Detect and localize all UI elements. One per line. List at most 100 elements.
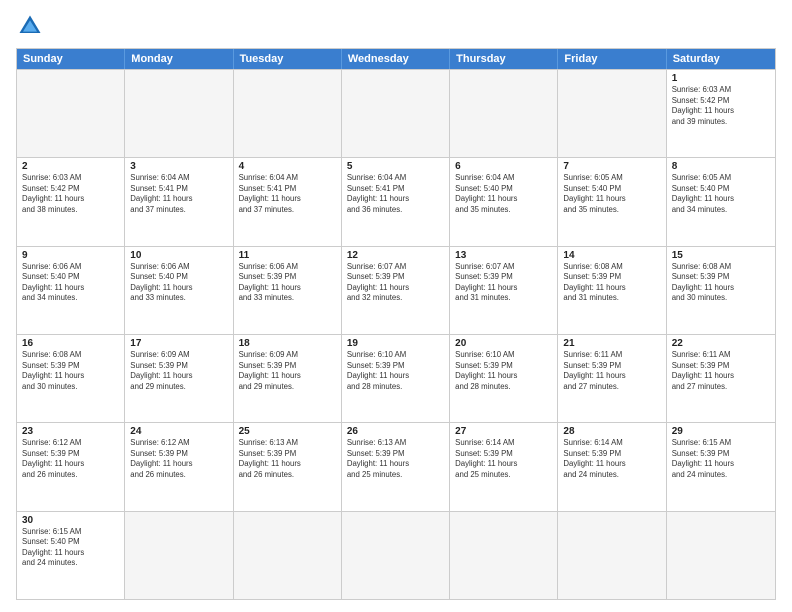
day-info: Sunrise: 6:10 AM Sunset: 5:39 PM Dayligh…	[347, 350, 444, 392]
calendar-cell	[558, 70, 666, 157]
page: SundayMondayTuesdayWednesdayThursdayFrid…	[0, 0, 792, 612]
calendar-week-row: 2Sunrise: 6:03 AM Sunset: 5:42 PM Daylig…	[17, 157, 775, 245]
day-number: 15	[672, 250, 770, 261]
header	[16, 12, 776, 40]
calendar-cell	[234, 512, 342, 599]
calendar-day-header: Sunday	[17, 49, 125, 69]
day-info: Sunrise: 6:13 AM Sunset: 5:39 PM Dayligh…	[239, 438, 336, 480]
calendar-cell: 4Sunrise: 6:04 AM Sunset: 5:41 PM Daylig…	[234, 158, 342, 245]
calendar-cell: 5Sunrise: 6:04 AM Sunset: 5:41 PM Daylig…	[342, 158, 450, 245]
calendar-cell: 10Sunrise: 6:06 AM Sunset: 5:40 PM Dayli…	[125, 247, 233, 334]
calendar-week-row: 9Sunrise: 6:06 AM Sunset: 5:40 PM Daylig…	[17, 246, 775, 334]
day-number: 19	[347, 338, 444, 349]
day-number: 27	[455, 426, 552, 437]
day-number: 8	[672, 161, 770, 172]
day-number: 10	[130, 250, 227, 261]
calendar-cell: 12Sunrise: 6:07 AM Sunset: 5:39 PM Dayli…	[342, 247, 450, 334]
calendar-cell: 29Sunrise: 6:15 AM Sunset: 5:39 PM Dayli…	[667, 423, 775, 510]
calendar-day-header: Friday	[558, 49, 666, 69]
day-info: Sunrise: 6:07 AM Sunset: 5:39 PM Dayligh…	[455, 262, 552, 304]
day-number: 2	[22, 161, 119, 172]
day-info: Sunrise: 6:08 AM Sunset: 5:39 PM Dayligh…	[22, 350, 119, 392]
calendar-cell: 27Sunrise: 6:14 AM Sunset: 5:39 PM Dayli…	[450, 423, 558, 510]
day-info: Sunrise: 6:09 AM Sunset: 5:39 PM Dayligh…	[239, 350, 336, 392]
day-number: 3	[130, 161, 227, 172]
calendar-cell: 19Sunrise: 6:10 AM Sunset: 5:39 PM Dayli…	[342, 335, 450, 422]
day-info: Sunrise: 6:11 AM Sunset: 5:39 PM Dayligh…	[672, 350, 770, 392]
calendar-cell: 22Sunrise: 6:11 AM Sunset: 5:39 PM Dayli…	[667, 335, 775, 422]
day-number: 9	[22, 250, 119, 261]
day-number: 22	[672, 338, 770, 349]
calendar-cell	[342, 70, 450, 157]
day-info: Sunrise: 6:08 AM Sunset: 5:39 PM Dayligh…	[672, 262, 770, 304]
calendar-cell: 14Sunrise: 6:08 AM Sunset: 5:39 PM Dayli…	[558, 247, 666, 334]
calendar-day-header: Monday	[125, 49, 233, 69]
calendar-cell	[667, 512, 775, 599]
day-info: Sunrise: 6:06 AM Sunset: 5:40 PM Dayligh…	[22, 262, 119, 304]
calendar: SundayMondayTuesdayWednesdayThursdayFrid…	[16, 48, 776, 600]
day-info: Sunrise: 6:05 AM Sunset: 5:40 PM Dayligh…	[672, 173, 770, 215]
calendar-cell: 24Sunrise: 6:12 AM Sunset: 5:39 PM Dayli…	[125, 423, 233, 510]
day-info: Sunrise: 6:15 AM Sunset: 5:40 PM Dayligh…	[22, 527, 119, 569]
calendar-cell	[125, 512, 233, 599]
day-info: Sunrise: 6:04 AM Sunset: 5:41 PM Dayligh…	[130, 173, 227, 215]
day-info: Sunrise: 6:14 AM Sunset: 5:39 PM Dayligh…	[563, 438, 660, 480]
day-number: 21	[563, 338, 660, 349]
calendar-cell: 11Sunrise: 6:06 AM Sunset: 5:39 PM Dayli…	[234, 247, 342, 334]
day-number: 17	[130, 338, 227, 349]
day-number: 4	[239, 161, 336, 172]
calendar-cell: 6Sunrise: 6:04 AM Sunset: 5:40 PM Daylig…	[450, 158, 558, 245]
day-number: 13	[455, 250, 552, 261]
day-info: Sunrise: 6:03 AM Sunset: 5:42 PM Dayligh…	[22, 173, 119, 215]
day-number: 14	[563, 250, 660, 261]
day-number: 23	[22, 426, 119, 437]
logo	[16, 12, 48, 40]
day-info: Sunrise: 6:12 AM Sunset: 5:39 PM Dayligh…	[130, 438, 227, 480]
day-info: Sunrise: 6:12 AM Sunset: 5:39 PM Dayligh…	[22, 438, 119, 480]
calendar-cell: 2Sunrise: 6:03 AM Sunset: 5:42 PM Daylig…	[17, 158, 125, 245]
calendar-cell	[17, 70, 125, 157]
calendar-cell	[234, 70, 342, 157]
calendar-cell: 3Sunrise: 6:04 AM Sunset: 5:41 PM Daylig…	[125, 158, 233, 245]
calendar-cell: 9Sunrise: 6:06 AM Sunset: 5:40 PM Daylig…	[17, 247, 125, 334]
calendar-cell: 15Sunrise: 6:08 AM Sunset: 5:39 PM Dayli…	[667, 247, 775, 334]
calendar-cell: 13Sunrise: 6:07 AM Sunset: 5:39 PM Dayli…	[450, 247, 558, 334]
calendar-body: 1Sunrise: 6:03 AM Sunset: 5:42 PM Daylig…	[17, 69, 775, 599]
calendar-cell	[450, 70, 558, 157]
calendar-day-header: Saturday	[667, 49, 775, 69]
calendar-cell: 20Sunrise: 6:10 AM Sunset: 5:39 PM Dayli…	[450, 335, 558, 422]
calendar-cell: 30Sunrise: 6:15 AM Sunset: 5:40 PM Dayli…	[17, 512, 125, 599]
day-info: Sunrise: 6:06 AM Sunset: 5:39 PM Dayligh…	[239, 262, 336, 304]
calendar-cell: 7Sunrise: 6:05 AM Sunset: 5:40 PM Daylig…	[558, 158, 666, 245]
day-info: Sunrise: 6:03 AM Sunset: 5:42 PM Dayligh…	[672, 85, 770, 127]
calendar-cell: 28Sunrise: 6:14 AM Sunset: 5:39 PM Dayli…	[558, 423, 666, 510]
day-number: 1	[672, 73, 770, 84]
calendar-cell: 16Sunrise: 6:08 AM Sunset: 5:39 PM Dayli…	[17, 335, 125, 422]
day-number: 18	[239, 338, 336, 349]
calendar-cell: 17Sunrise: 6:09 AM Sunset: 5:39 PM Dayli…	[125, 335, 233, 422]
calendar-day-header: Thursday	[450, 49, 558, 69]
calendar-cell	[342, 512, 450, 599]
calendar-cell: 23Sunrise: 6:12 AM Sunset: 5:39 PM Dayli…	[17, 423, 125, 510]
calendar-cell: 8Sunrise: 6:05 AM Sunset: 5:40 PM Daylig…	[667, 158, 775, 245]
calendar-cell: 18Sunrise: 6:09 AM Sunset: 5:39 PM Dayli…	[234, 335, 342, 422]
day-number: 5	[347, 161, 444, 172]
calendar-day-header: Wednesday	[342, 49, 450, 69]
calendar-week-row: 30Sunrise: 6:15 AM Sunset: 5:40 PM Dayli…	[17, 511, 775, 599]
day-number: 24	[130, 426, 227, 437]
calendar-cell: 1Sunrise: 6:03 AM Sunset: 5:42 PM Daylig…	[667, 70, 775, 157]
day-number: 11	[239, 250, 336, 261]
day-info: Sunrise: 6:09 AM Sunset: 5:39 PM Dayligh…	[130, 350, 227, 392]
day-info: Sunrise: 6:08 AM Sunset: 5:39 PM Dayligh…	[563, 262, 660, 304]
day-number: 25	[239, 426, 336, 437]
day-info: Sunrise: 6:07 AM Sunset: 5:39 PM Dayligh…	[347, 262, 444, 304]
calendar-cell	[558, 512, 666, 599]
day-info: Sunrise: 6:06 AM Sunset: 5:40 PM Dayligh…	[130, 262, 227, 304]
day-info: Sunrise: 6:13 AM Sunset: 5:39 PM Dayligh…	[347, 438, 444, 480]
calendar-cell	[125, 70, 233, 157]
calendar-week-row: 1Sunrise: 6:03 AM Sunset: 5:42 PM Daylig…	[17, 69, 775, 157]
day-number: 29	[672, 426, 770, 437]
day-info: Sunrise: 6:04 AM Sunset: 5:41 PM Dayligh…	[347, 173, 444, 215]
calendar-header: SundayMondayTuesdayWednesdayThursdayFrid…	[17, 49, 775, 69]
calendar-cell: 25Sunrise: 6:13 AM Sunset: 5:39 PM Dayli…	[234, 423, 342, 510]
